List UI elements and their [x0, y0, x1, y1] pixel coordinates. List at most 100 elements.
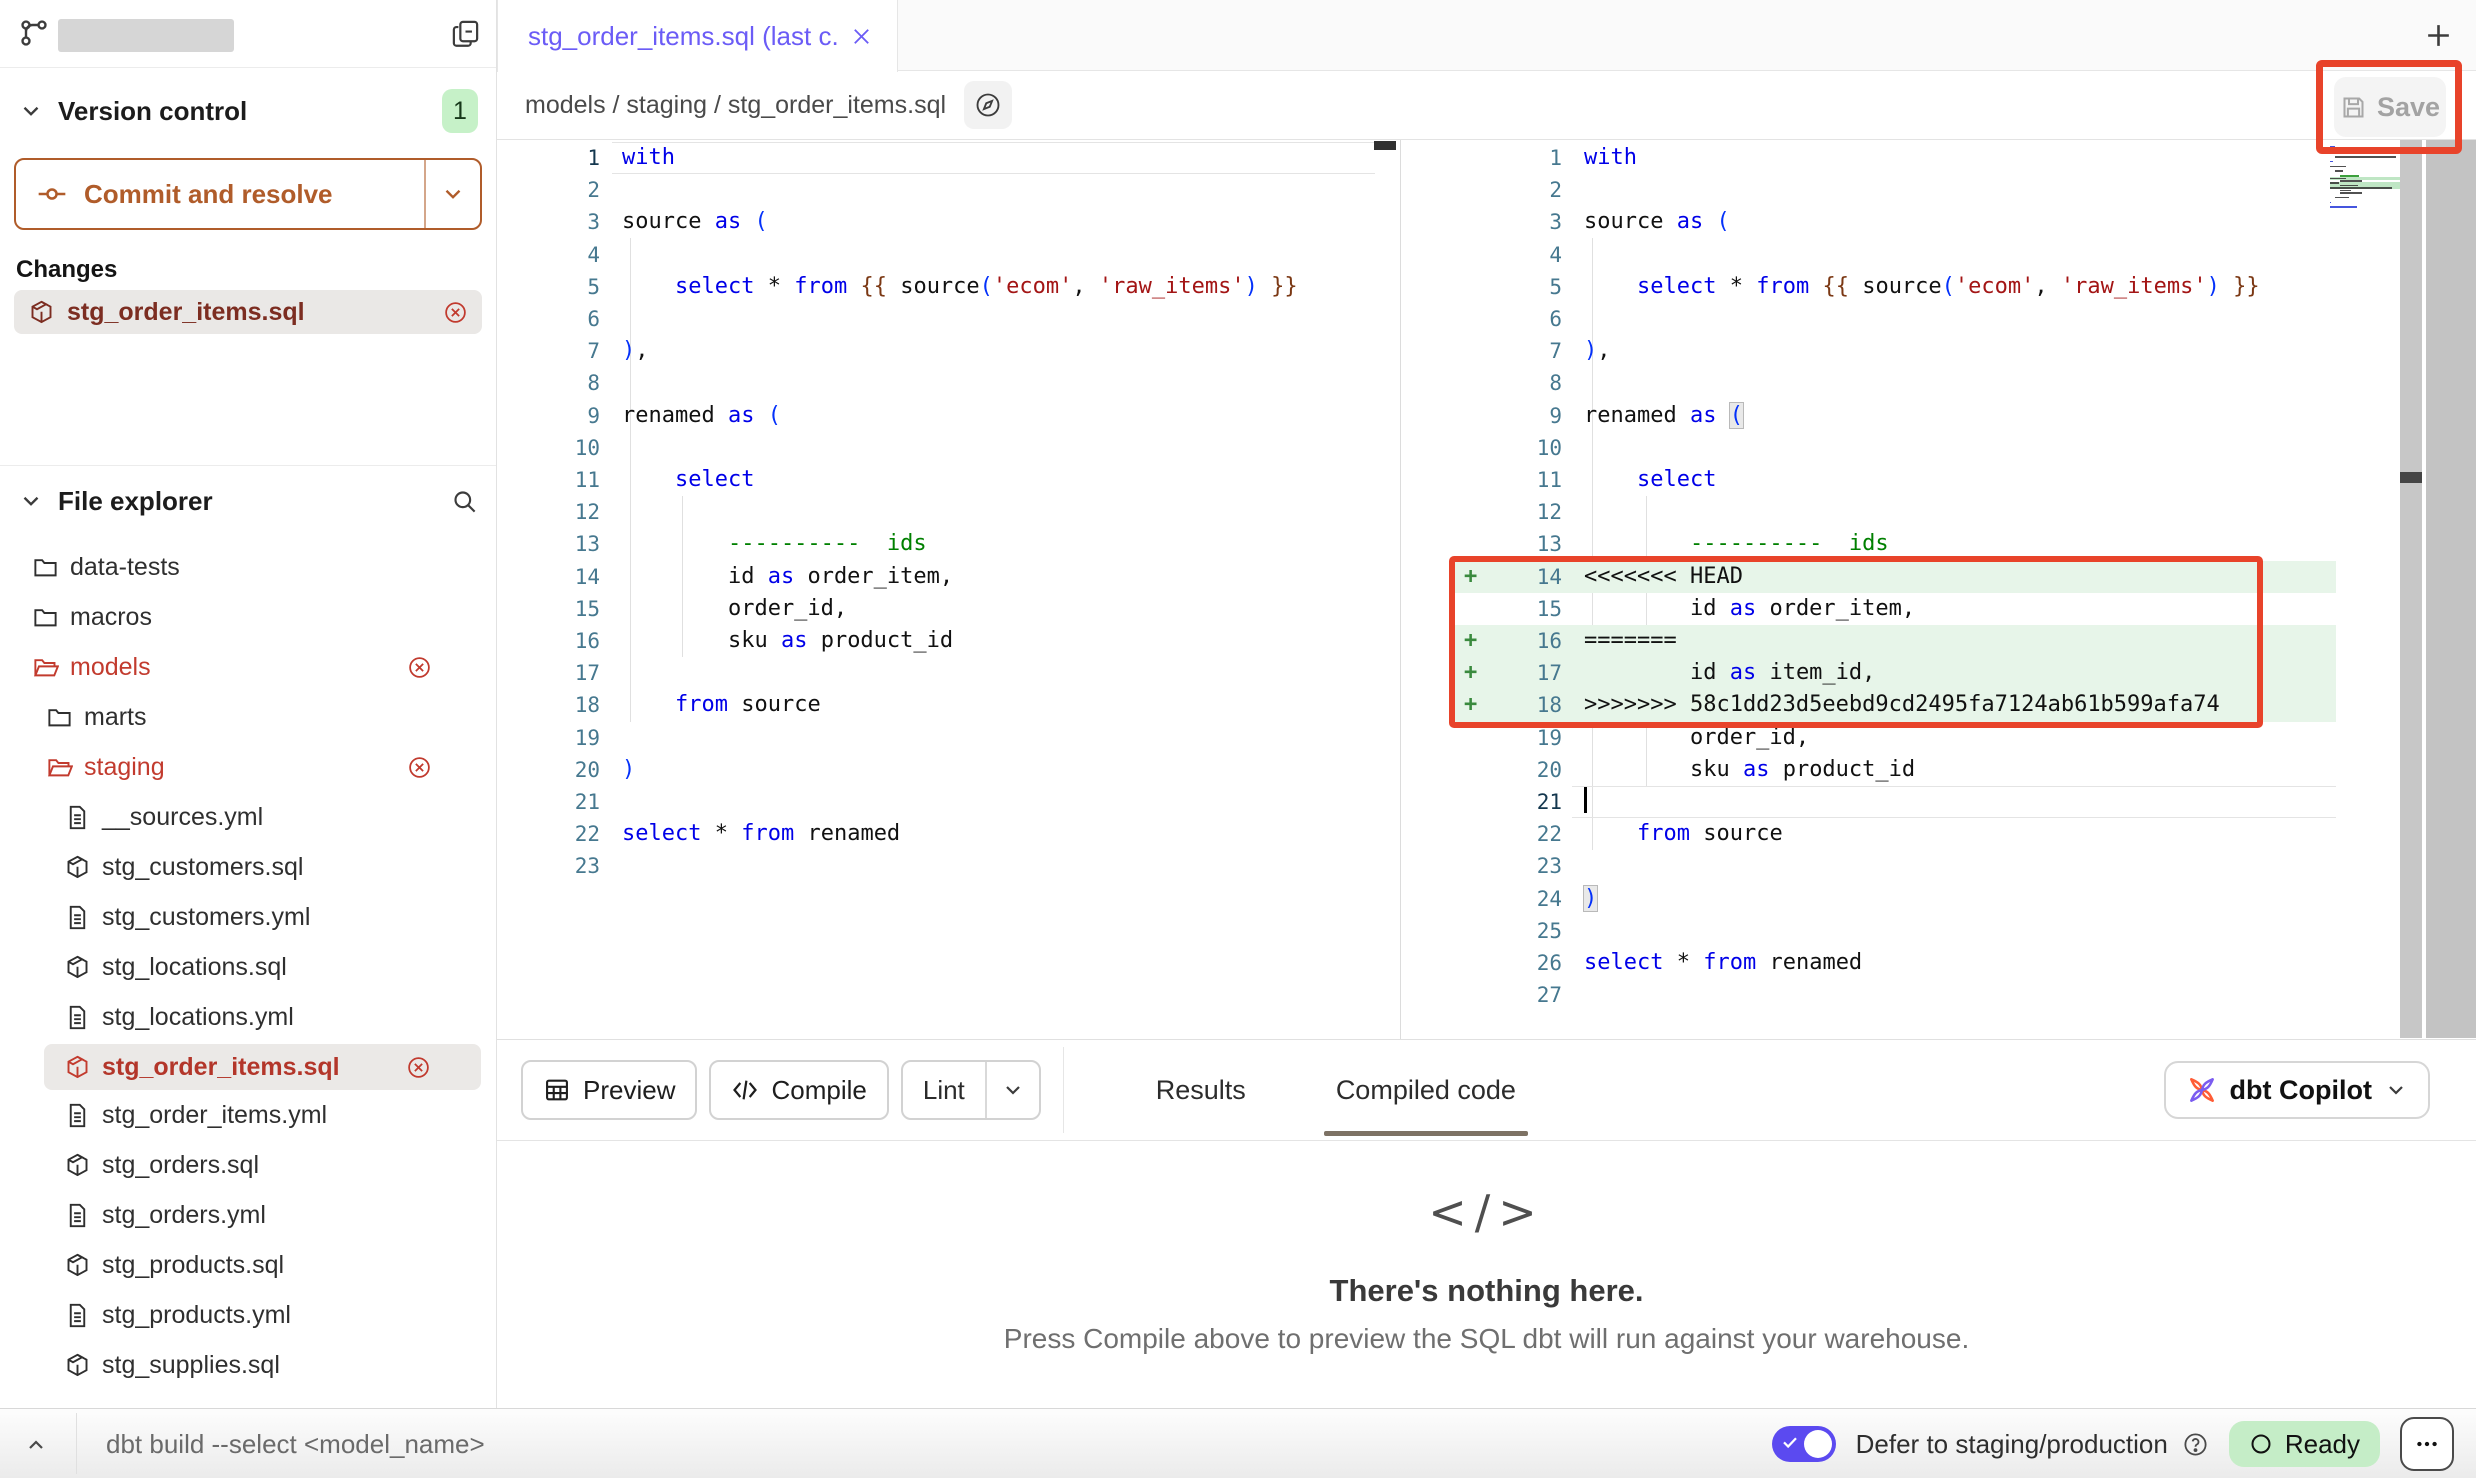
- file-row[interactable]: stg_locations.yml: [0, 992, 496, 1042]
- dbt-copilot-button[interactable]: dbt Copilot: [2164, 1061, 2430, 1119]
- code-line: 1with: [497, 142, 1375, 174]
- line-number: 11: [497, 464, 600, 496]
- file-row[interactable]: stg_order_items.yml: [0, 1090, 496, 1140]
- line-number: 14: [497, 561, 600, 593]
- code-line: 13 ---------- ids: [1452, 528, 2336, 560]
- file-row[interactable]: stg_customers.yml: [0, 892, 496, 942]
- line-number: 13: [1452, 528, 1562, 560]
- file-row[interactable]: stg_orders.sql: [0, 1140, 496, 1190]
- code-line: 17: [497, 657, 1375, 689]
- code-line: +14<<<<<<< HEAD: [1452, 561, 2336, 593]
- search-icon[interactable]: [451, 488, 478, 515]
- line-number: 5: [497, 271, 600, 303]
- line-number: 7: [1452, 335, 1562, 367]
- left-pane-scrollbar-thumb[interactable]: [1374, 141, 1396, 150]
- model-icon: [64, 1054, 91, 1081]
- dbt-copilot-icon: [2186, 1074, 2218, 1106]
- chevron-down-icon: [18, 488, 44, 514]
- line-number: 20: [497, 754, 600, 786]
- lint-split-button[interactable]: Lint: [901, 1060, 1041, 1120]
- file-name: stg_orders.sql: [102, 1151, 259, 1180]
- file-row[interactable]: stg_customers.sql: [0, 842, 496, 892]
- version-control-header[interactable]: Version control 1: [0, 88, 496, 134]
- file-row[interactable]: staging: [0, 742, 496, 792]
- line-number: 24: [1452, 883, 1562, 915]
- model-icon: [64, 1352, 91, 1379]
- expand-command-bar-icon[interactable]: [24, 1433, 48, 1457]
- code-line: 6: [497, 303, 1375, 335]
- discard-change-icon[interactable]: [406, 1055, 431, 1080]
- line-number: 8: [497, 367, 600, 399]
- breadcrumb: models / staging / stg_order_items.sql: [525, 91, 946, 120]
- code-line: 7),: [1452, 335, 2336, 367]
- commit-options-caret[interactable]: [426, 160, 480, 228]
- status-badge[interactable]: Ready: [2229, 1421, 2380, 1467]
- breadcrumb-row: models / staging / stg_order_items.sql: [497, 71, 2476, 140]
- file-row[interactable]: stg_products.sql: [0, 1240, 496, 1290]
- copy-icon[interactable]: [450, 18, 481, 49]
- defer-toggle[interactable]: [1772, 1426, 1836, 1462]
- line-number: 16: [1452, 625, 1562, 657]
- compile-label: Compile: [771, 1075, 866, 1106]
- changed-file-row[interactable]: stg_order_items.sql: [14, 290, 482, 334]
- code-pane-left[interactable]: 1with23source as (45 select * from {{ so…: [497, 142, 1375, 1038]
- code-line: 8: [1452, 367, 2336, 399]
- file-row[interactable]: __sources.yml: [0, 792, 496, 842]
- changed-file-name: stg_order_items.sql: [67, 298, 305, 327]
- window-scrollbar[interactable]: [2426, 140, 2476, 1038]
- toolbar-divider: [1063, 1047, 1064, 1133]
- tab-stg-order-items[interactable]: stg_order_items.sql (last c...: [497, 0, 898, 72]
- lineage-compass-button[interactable]: [964, 81, 1012, 129]
- file-row[interactable]: stg_products.yml: [0, 1290, 496, 1340]
- new-tab-button[interactable]: [2423, 20, 2454, 51]
- code-line: +18>>>>>>> 58c1dd23d5eebd9cd2495fa7124ab…: [1452, 689, 2336, 721]
- file-name: stg_order_items.sql: [102, 1053, 340, 1082]
- discard-change-icon[interactable]: [407, 655, 432, 680]
- branch-name-redacted: [58, 19, 234, 52]
- file-row[interactable]: stg_locations.sql: [0, 942, 496, 992]
- pane-divider[interactable]: [1400, 140, 1401, 1039]
- code-pane-right[interactable]: 1with23source as (45 select * from {{ so…: [1452, 142, 2336, 1038]
- file-name: stg_products.sql: [102, 1251, 284, 1280]
- commit-and-resolve-button[interactable]: Commit and resolve: [14, 158, 482, 230]
- file-row[interactable]: stg_order_items.sql: [44, 1044, 481, 1090]
- file-name: macros: [70, 603, 152, 632]
- file-row[interactable]: macros: [0, 592, 496, 642]
- file-row[interactable]: stg_orders.yml: [0, 1190, 496, 1240]
- compiled-code-panel: </> There's nothing here. Press Compile …: [497, 1141, 2476, 1408]
- code-line: 4: [497, 239, 1375, 271]
- code-line: 12: [1452, 496, 2336, 528]
- line-number: 1: [1452, 142, 1562, 174]
- preview-button[interactable]: Preview: [521, 1060, 697, 1120]
- save-button[interactable]: Save: [2334, 77, 2446, 137]
- more-options-button[interactable]: [2400, 1417, 2454, 1471]
- file-row[interactable]: stg_supplies.sql: [0, 1340, 496, 1390]
- line-number: 21: [497, 786, 600, 818]
- editor-tab-bar: stg_order_items.sql (last c...: [497, 0, 2476, 71]
- model-file-icon: [28, 299, 55, 326]
- code-line: 13 ---------- ids: [497, 528, 1375, 560]
- folder-icon: [46, 704, 73, 731]
- code-icon: [731, 1076, 759, 1104]
- compile-button[interactable]: Compile: [709, 1060, 888, 1120]
- tab-results[interactable]: Results: [1156, 1040, 1246, 1141]
- help-icon[interactable]: [2182, 1431, 2209, 1458]
- discard-change-icon[interactable]: [443, 300, 468, 325]
- file-explorer-header[interactable]: File explorer: [0, 478, 496, 524]
- file-name: stg_customers.sql: [102, 853, 303, 882]
- code-line: 12: [497, 496, 1375, 528]
- editor-scrollbar-thumb[interactable]: [2400, 472, 2422, 483]
- code-line: 6: [1452, 303, 2336, 335]
- file-row[interactable]: marts: [0, 692, 496, 742]
- file-name: data-tests: [70, 553, 180, 582]
- discard-change-icon[interactable]: [407, 755, 432, 780]
- lint-options-caret[interactable]: [987, 1062, 1039, 1118]
- tab-close-icon[interactable]: [850, 25, 873, 48]
- tab-compiled-code[interactable]: Compiled code: [1336, 1040, 1516, 1141]
- editor-scrollbar[interactable]: [2400, 140, 2422, 1038]
- file-row[interactable]: data-tests: [0, 542, 496, 592]
- code-line: 2: [497, 174, 1375, 206]
- command-input[interactable]: dbt build --select <model_name>: [106, 1409, 485, 1478]
- line-number: 10: [497, 432, 600, 464]
- file-row[interactable]: models: [0, 642, 496, 692]
